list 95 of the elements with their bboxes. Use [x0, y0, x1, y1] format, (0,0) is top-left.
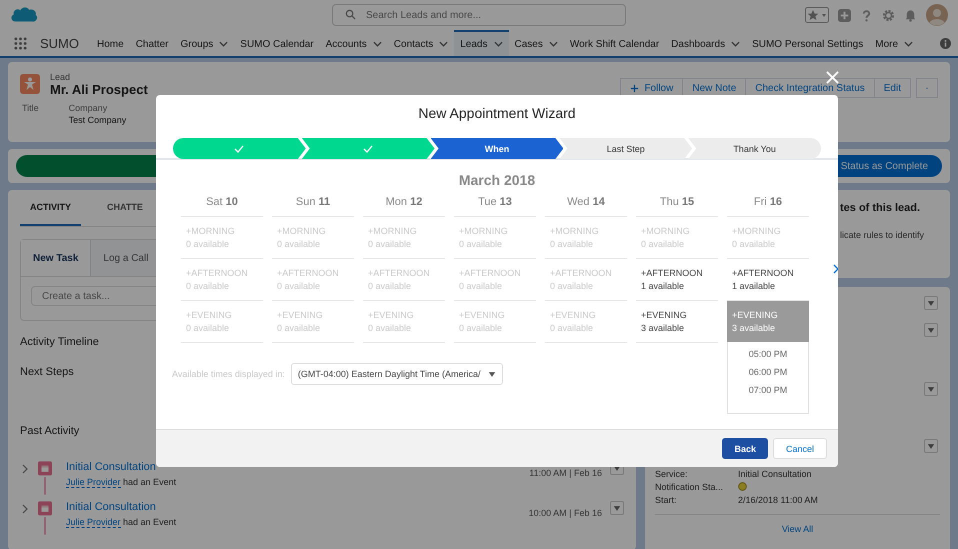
field-value: Test Company [68, 115, 126, 125]
timezone-select[interactable]: (GMT-04:00) Eastern Daylight Time (America/ [290, 363, 504, 385]
plus-icon [630, 84, 640, 92]
day-heading: Thu 15 [658, 196, 696, 210]
section-heading: Past Activity [20, 425, 80, 437]
nav-tab[interactable]: SUMO Personal Settings [746, 30, 870, 56]
time-option[interactable]: 07:00 PM [748, 383, 788, 397]
nav-tab[interactable]: Leads [454, 30, 508, 56]
field-label: Company [68, 103, 108, 113]
day-heading: Tue 13 [477, 196, 513, 210]
calendar-event-icon [38, 461, 52, 495]
time-option[interactable]: 05:00 PM [748, 347, 788, 361]
record-type: Lead [50, 72, 72, 82]
avatar-icon[interactable] [926, 4, 948, 26]
progress-step: Thank You [688, 138, 821, 159]
help-icon[interactable] [860, 8, 873, 22]
activity-tab[interactable]: ACTIVITY [20, 190, 82, 226]
view-all-link[interactable]: View All [782, 524, 814, 534]
progress-step: When [430, 138, 564, 159]
day-heading: Wed 14 [566, 196, 606, 210]
plus-icon[interactable] [838, 8, 851, 22]
month-heading: March 2018 [458, 172, 536, 188]
caret-icon [904, 41, 914, 47]
caret-icon [927, 444, 935, 448]
time-slot[interactable]: +AFTERNOON 1 available [727, 259, 809, 300]
field-value: Initial Consultation [738, 468, 812, 478]
check-icon [363, 144, 374, 152]
caret-icon [613, 506, 621, 510]
nav-tab[interactable]: Contacts [388, 30, 454, 56]
expand-chevron-icon[interactable] [22, 504, 28, 514]
nav-tab[interactable]: Work Shift Calendar [564, 30, 666, 56]
calendar-event-icon [38, 501, 52, 535]
nav-tab[interactable]: Chatter [130, 30, 174, 56]
field-label: Service: [655, 468, 689, 478]
caret-icon [927, 300, 935, 306]
field-label: Start: [655, 494, 678, 504]
expand-chevron-icon[interactable] [22, 464, 28, 474]
back-button[interactable]: Back [722, 438, 768, 459]
event-description: Julie Provider had an Event [66, 517, 176, 527]
check-icon [234, 144, 244, 152]
chevron-right-icon [833, 264, 838, 274]
progress-step: Last Step [559, 138, 692, 159]
section-heading: Activity Timeline [20, 336, 100, 348]
search-icon [345, 9, 356, 20]
event-title-link[interactable]: Initial Consultation [66, 501, 176, 513]
caret-icon [927, 328, 935, 332]
app-launcher-icon[interactable] [14, 36, 27, 50]
event-time: 11:00 AM | Feb 16 [529, 468, 602, 478]
dialog-title: New Appointment Wizard [417, 104, 577, 123]
caret-icon [494, 41, 502, 47]
caret-icon [927, 386, 935, 392]
nav-tab[interactable]: Cases [508, 30, 564, 56]
cancel-button[interactable]: Cancel [772, 438, 827, 459]
nav-tab[interactable]: Accounts [320, 30, 388, 56]
notifications-bell-icon[interactable] [904, 8, 917, 22]
caret-icon [488, 372, 496, 376]
time-slot[interactable]: +EVENING 3 available [636, 301, 718, 342]
caret-icon [439, 41, 448, 47]
activity-tab[interactable]: CHATTE [97, 190, 153, 226]
event-time: 10:00 AM | Feb 16 [528, 508, 602, 518]
actor-link[interactable]: Julie Provider [66, 477, 121, 488]
caret-icon [731, 41, 740, 47]
nav-tab[interactable]: Groups [174, 30, 234, 56]
time-slot[interactable]: +AFTERNOON 1 available [636, 259, 718, 300]
event-description: Julie Provider had an Event [66, 477, 176, 487]
field-value: 2/16/2018 11:00 AM [738, 494, 818, 504]
field-label: Notification Sta... [655, 482, 724, 492]
time-slot[interactable]: +EVENING 3 available [727, 301, 809, 342]
caret-icon [372, 41, 382, 47]
info-icon[interactable] [940, 38, 951, 48]
action-button[interactable]: Edit [874, 78, 911, 98]
nav-tab[interactable]: More [869, 30, 920, 56]
card-title: tes of this lead. [840, 202, 922, 214]
app-name: SUMO [40, 36, 79, 50]
search-field[interactable]: Search Leads and more... [332, 4, 626, 26]
close-icon [826, 71, 838, 84]
next-week-button[interactable] [832, 264, 838, 276]
section-heading: Next Steps [20, 366, 74, 378]
record-name: Mr. Ali Prospect [50, 82, 148, 97]
settings-icon[interactable] [882, 8, 895, 22]
actor-link[interactable]: Julie Provider [66, 517, 121, 528]
nav-tab[interactable]: SUMO Calendar [234, 30, 320, 56]
day-heading: Mon 12 [384, 196, 424, 210]
day-heading: Sat 10 [205, 196, 239, 210]
status-indicator-icon [738, 482, 747, 491]
caret-icon [219, 41, 228, 47]
nav-tab[interactable]: Home [91, 30, 130, 56]
day-heading: Sun 11 [294, 196, 332, 210]
nav-tab[interactable]: Dashboards [665, 30, 746, 56]
caret-icon [548, 41, 558, 47]
card-text: licate rules to identify [840, 230, 926, 240]
time-option[interactable]: 06:00 PM [748, 365, 788, 379]
day-heading: Fri 16 [752, 196, 784, 210]
field-label: Title [22, 103, 39, 113]
composer-tab[interactable]: New Task [21, 240, 92, 276]
